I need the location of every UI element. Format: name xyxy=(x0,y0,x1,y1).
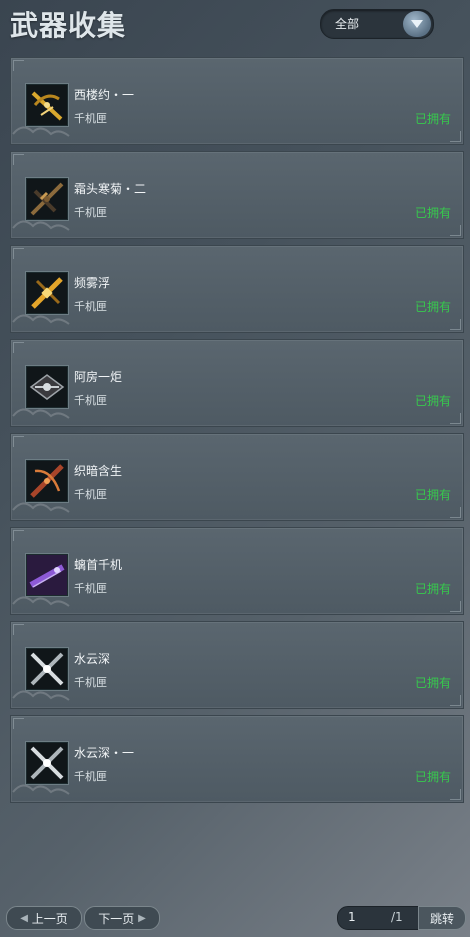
weapon-type: 千机匣 xyxy=(74,770,107,783)
weapon-type: 千机匣 xyxy=(74,582,107,595)
jump-button[interactable]: 跳转 xyxy=(418,906,466,930)
weapon-dark-crossbow-icon xyxy=(26,178,68,220)
weapon-red-crossbow-icon xyxy=(26,460,68,502)
next-page-label: 下一页 xyxy=(98,911,135,926)
weapon-list-item[interactable]: 水云深・一 千机匣 已拥有 xyxy=(10,715,464,803)
weapon-white-crossbow-icon xyxy=(26,648,68,690)
page-title: 武器收集 xyxy=(10,9,127,42)
weapon-name: 频雾浮 xyxy=(74,276,111,290)
weapon-list-item[interactable]: 水云深 千机匣 已拥有 xyxy=(10,621,464,709)
weapon-name: 阿房一炬 xyxy=(74,370,123,384)
weapon-list: 西楼约・一 千机匣 已拥有 霜头寒菊・二 千机匣 已拥有 频雾浮 千机匣 已拥有… xyxy=(10,57,464,809)
current-page-value[interactable]: 1 xyxy=(348,910,356,924)
weapon-name: 霜头寒菊・二 xyxy=(74,182,147,196)
page-number-input[interactable]: 1 /1 xyxy=(337,906,421,930)
owned-status: 已拥有 xyxy=(414,112,451,126)
weapon-list-item[interactable]: 织暗含生 千机匣 已拥有 xyxy=(10,433,464,521)
weapon-white-crossbow-icon xyxy=(26,742,68,784)
weapon-gold-crossbow-icon xyxy=(26,84,68,126)
chevron-right-icon: ▶ xyxy=(138,912,146,924)
weapon-type: 千机匣 xyxy=(74,112,107,125)
owned-status: 已拥有 xyxy=(414,206,451,220)
filter-selected-value: 全部 xyxy=(335,17,360,31)
owned-status: 已拥有 xyxy=(414,676,451,690)
next-page-button[interactable]: 下一页 ▶ xyxy=(84,906,160,930)
prev-page-button[interactable]: ◀ 上一页 xyxy=(6,906,82,930)
weapon-list-item[interactable]: 霜头寒菊・二 千机匣 已拥有 xyxy=(10,151,464,239)
weapon-name: 水云深・一 xyxy=(74,746,135,760)
weapon-type: 千机匣 xyxy=(74,676,107,689)
weapon-type: 千机匣 xyxy=(74,394,107,407)
weapon-list-item[interactable]: 西楼约・一 千机匣 已拥有 xyxy=(10,57,464,145)
weapon-name: 织暗含生 xyxy=(74,464,123,478)
weapon-silver-crossbow-icon xyxy=(26,366,68,408)
total-pages: /1 xyxy=(391,910,403,924)
weapon-purple-crossbow-icon xyxy=(26,554,68,596)
owned-status: 已拥有 xyxy=(414,488,451,502)
weapon-list-item[interactable]: 阿房一炬 千机匣 已拥有 xyxy=(10,339,464,427)
weapon-type: 千机匣 xyxy=(74,300,107,313)
weapon-name: 西楼约・一 xyxy=(74,88,135,102)
weapon-name: 螭首千机 xyxy=(74,558,123,572)
weapon-type: 千机匣 xyxy=(74,206,107,219)
chevron-down-icon[interactable] xyxy=(403,11,431,37)
chevron-left-icon: ◀ xyxy=(20,912,28,924)
weapon-yellow-crossbow-icon xyxy=(26,272,68,314)
prev-page-label: 上一页 xyxy=(31,911,68,926)
weapon-list-item[interactable]: 频雾浮 千机匣 已拥有 xyxy=(10,245,464,333)
weapon-list-item[interactable]: 螭首千机 千机匣 已拥有 xyxy=(10,527,464,615)
owned-status: 已拥有 xyxy=(414,394,451,408)
owned-status: 已拥有 xyxy=(414,770,451,784)
filter-dropdown[interactable]: 全部 xyxy=(320,9,434,39)
owned-status: 已拥有 xyxy=(414,300,451,314)
weapon-name: 水云深 xyxy=(74,652,111,666)
weapon-type: 千机匣 xyxy=(74,488,107,501)
owned-status: 已拥有 xyxy=(414,582,451,596)
